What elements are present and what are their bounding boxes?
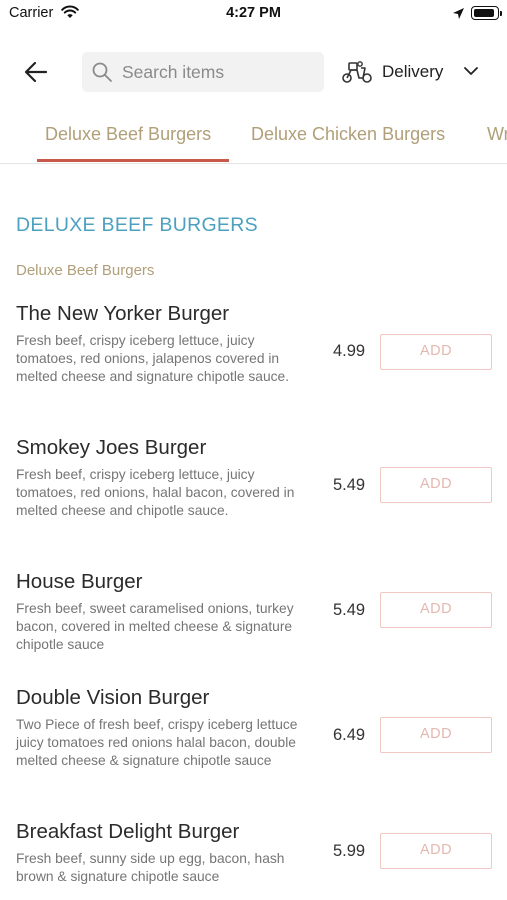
active-tab-indicator bbox=[37, 159, 229, 162]
item-name: Smokey Joes Burger bbox=[16, 436, 207, 459]
add-button[interactable]: ADD bbox=[380, 467, 492, 503]
delivery-label: Delivery bbox=[382, 62, 444, 81]
item-description: Fresh beef, sweet caramelised onions, tu… bbox=[16, 601, 294, 652]
scooter-icon bbox=[341, 60, 373, 89]
section-title: DELUXE BEEF BURGERS bbox=[16, 214, 258, 236]
item-price: 5.49 bbox=[333, 601, 366, 619]
item-description: Fresh beef, sunny side up egg, bacon, ha… bbox=[16, 851, 285, 884]
search-icon bbox=[91, 61, 113, 88]
add-button[interactable]: ADD bbox=[380, 717, 492, 753]
item-description: Fresh beef, crispy iceberg lettuce, juic… bbox=[16, 467, 295, 518]
item-name: Double Vision Burger bbox=[16, 686, 210, 709]
add-button[interactable]: ADD bbox=[380, 833, 492, 869]
item-name: Breakfast Delight Burger bbox=[16, 820, 240, 843]
add-button[interactable]: ADD bbox=[380, 592, 492, 628]
tab-wraps[interactable]: Wr bbox=[487, 124, 507, 145]
back-arrow-icon[interactable] bbox=[22, 58, 50, 86]
status-time: 4:27 PM bbox=[226, 5, 281, 21]
tab-deluxe-chicken-burgers[interactable]: Deluxe Chicken Burgers bbox=[251, 124, 445, 145]
battery-icon bbox=[471, 6, 502, 20]
item-price: 5.99 bbox=[333, 842, 366, 860]
status-bar: Carrier 4:27 PM bbox=[0, 0, 507, 30]
search-bar[interactable] bbox=[82, 52, 324, 92]
item-price: 5.49 bbox=[333, 476, 366, 494]
delivery-mode-selector[interactable]: Delivery bbox=[341, 56, 487, 88]
item-description: Two Piece of fresh beef, crispy iceberg … bbox=[16, 717, 298, 768]
section-subtitle: Deluxe Beef Burgers bbox=[16, 262, 155, 279]
item-price: 4.99 bbox=[333, 342, 366, 360]
category-tabs: Deluxe Beef Burgers Deluxe Chicken Burge… bbox=[0, 112, 507, 164]
item-description: Fresh beef, crispy iceberg lettuce, juic… bbox=[16, 333, 290, 384]
chevron-down-icon bbox=[463, 64, 479, 83]
location-arrow-icon bbox=[452, 7, 465, 25]
add-button[interactable]: ADD bbox=[380, 334, 492, 370]
item-name: House Burger bbox=[16, 570, 143, 593]
search-input[interactable] bbox=[122, 52, 317, 92]
tab-deluxe-beef-burgers[interactable]: Deluxe Beef Burgers bbox=[45, 124, 211, 145]
item-name: The New Yorker Burger bbox=[16, 302, 230, 325]
item-price: 6.49 bbox=[333, 726, 366, 744]
